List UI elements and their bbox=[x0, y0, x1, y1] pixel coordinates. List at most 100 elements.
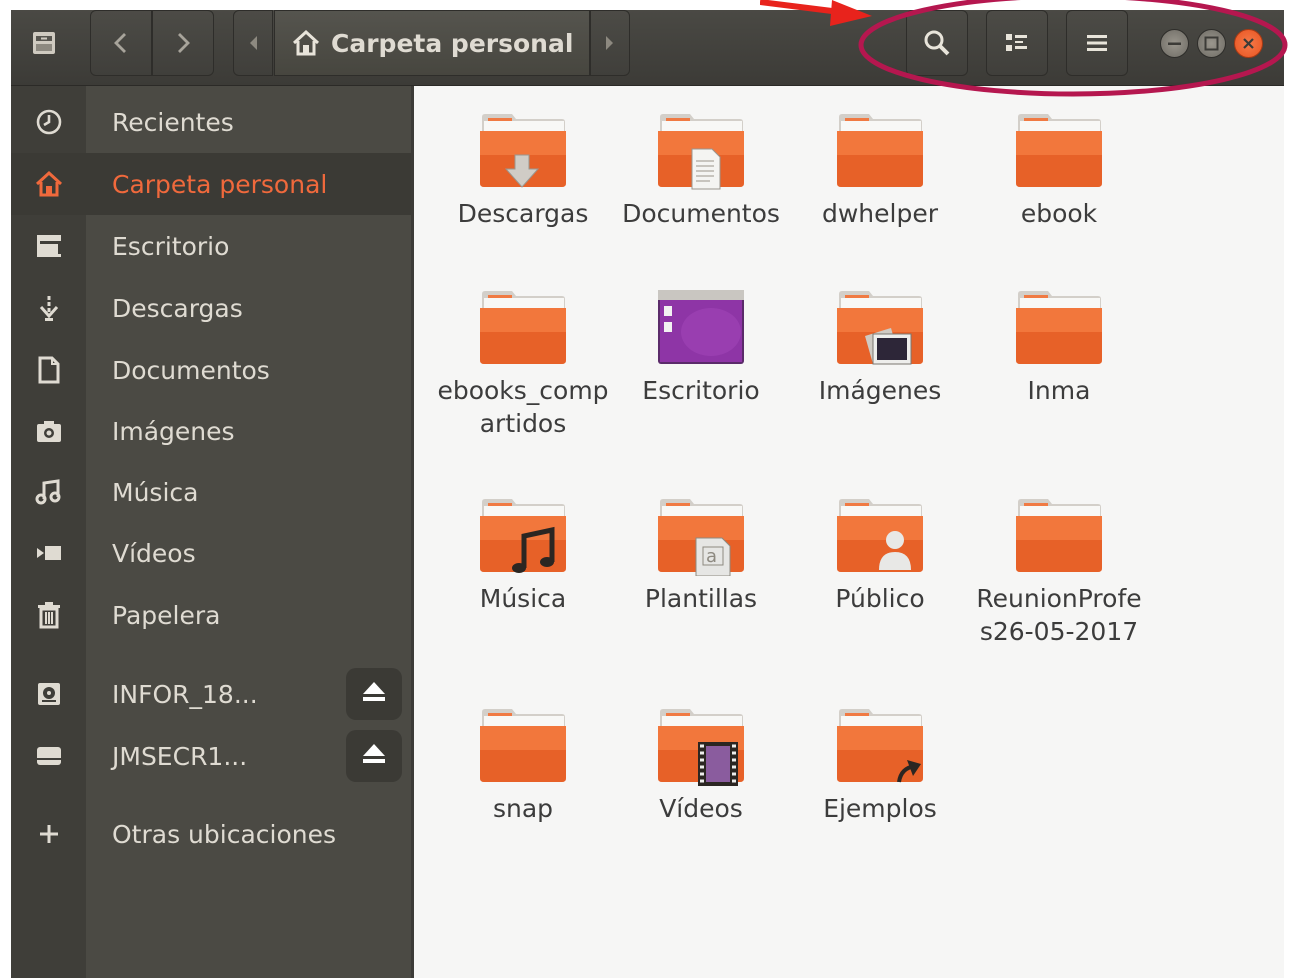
sidebar-item-papelera[interactable]: Papelera bbox=[11, 584, 411, 646]
folder-item[interactable]: Ejemplos bbox=[791, 706, 969, 825]
folder-label: Inma bbox=[1027, 376, 1091, 405]
folder-item[interactable]: Inma bbox=[970, 288, 1148, 407]
folder-item[interactable]: ebooks_compartidos bbox=[434, 288, 612, 440]
app-menu-button[interactable] bbox=[21, 10, 66, 76]
folder-icon bbox=[434, 496, 612, 576]
folder-item[interactable]: ReunionProfes26-05-2017 bbox=[970, 496, 1148, 648]
folder-item[interactable]: snap bbox=[434, 706, 612, 825]
breadcrumb-scroll-right[interactable] bbox=[590, 10, 630, 76]
breadcrumb-scroll-left[interactable] bbox=[233, 10, 273, 76]
search-button[interactable] bbox=[906, 10, 968, 76]
eject-button[interactable] bbox=[346, 730, 402, 782]
desktop-folder-icon bbox=[31, 228, 67, 264]
removable-drive-icon bbox=[31, 738, 67, 774]
triangle-right-icon bbox=[604, 34, 616, 52]
folder-grid: Descargas Documentos dwhelper ebook ebooks_c… bbox=[414, 86, 1284, 978]
download-icon bbox=[31, 290, 67, 326]
folder-item[interactable]: ebook bbox=[970, 111, 1148, 230]
folder-item[interactable]: Vídeos bbox=[612, 706, 790, 825]
sidebar-item-label: Documentos bbox=[112, 355, 270, 385]
sidebar-item-escritorio[interactable]: Escritorio bbox=[11, 215, 411, 277]
folder-icon bbox=[612, 288, 790, 368]
sidebar-item-label: Papelera bbox=[112, 600, 221, 630]
folder-item[interactable]: Música bbox=[434, 496, 612, 615]
folder-item[interactable]: a Plantillas bbox=[612, 496, 790, 615]
folder-icon bbox=[791, 706, 969, 786]
folder-item[interactable]: dwhelper bbox=[791, 111, 969, 230]
folder-item[interactable]: Documentos bbox=[612, 111, 790, 230]
file-cabinet-icon bbox=[31, 30, 57, 56]
folder-item[interactable]: Imágenes bbox=[791, 288, 969, 407]
sidebar-item-descargas[interactable]: Descargas bbox=[11, 277, 411, 339]
trash-icon bbox=[31, 597, 67, 633]
music-icon bbox=[31, 474, 67, 510]
breadcrumb-home[interactable]: Carpeta personal bbox=[274, 10, 590, 76]
folder-icon bbox=[970, 288, 1148, 368]
sidebar-item-label: Imágenes bbox=[112, 416, 235, 446]
sidebar-device-infor[interactable]: INFOR_18... bbox=[11, 663, 411, 725]
svg-text:a: a bbox=[706, 546, 717, 567]
sidebar-item-label: Vídeos bbox=[112, 538, 196, 568]
folder-icon bbox=[970, 496, 1148, 576]
folder-icon bbox=[970, 111, 1148, 191]
eject-icon bbox=[360, 741, 388, 771]
minimize-icon bbox=[1161, 42, 1188, 61]
maximize-icon bbox=[1198, 36, 1225, 61]
sidebar-item-imagenes[interactable]: Imágenes bbox=[11, 400, 411, 462]
sidebar-item-label: JMSECR1... bbox=[112, 741, 248, 771]
plus-icon bbox=[31, 816, 67, 852]
folder-icon bbox=[791, 496, 969, 576]
eject-button[interactable] bbox=[346, 668, 402, 720]
sidebar-item-recientes[interactable]: Recientes bbox=[11, 91, 411, 153]
list-view-icon bbox=[1003, 31, 1031, 55]
folder-label: ebooks_compartidos bbox=[437, 376, 609, 438]
header-bar: Carpeta personal bbox=[11, 10, 1284, 86]
folder-label: ebook bbox=[1020, 199, 1098, 228]
folder-item[interactable]: Descargas bbox=[434, 111, 612, 230]
folder-label: Público bbox=[835, 584, 925, 613]
sidebar-item-carpeta-personal[interactable]: Carpeta personal bbox=[11, 153, 411, 215]
clock-icon bbox=[31, 104, 67, 140]
minimize-button[interactable] bbox=[1160, 29, 1189, 58]
eject-icon bbox=[360, 679, 388, 709]
folder-label: ReunionProfes26-05-2017 bbox=[976, 584, 1142, 646]
sidebar-item-documentos[interactable]: Documentos bbox=[11, 339, 411, 401]
folder-label: Ejemplos bbox=[823, 794, 937, 823]
sidebar: Recientes Carpeta personal Escritorio De… bbox=[11, 86, 411, 978]
sidebar-item-label: Escritorio bbox=[112, 231, 230, 261]
folder-label: Música bbox=[479, 584, 567, 613]
maximize-button[interactable] bbox=[1197, 29, 1226, 58]
file-manager-window: Carpeta personal Recientes Carpeta perso… bbox=[11, 10, 1284, 978]
video-icon bbox=[31, 535, 67, 571]
document-icon bbox=[31, 352, 67, 388]
sidebar-item-label: Música bbox=[112, 477, 199, 507]
hamburger-menu-icon bbox=[1084, 31, 1110, 55]
folder-label: Vídeos bbox=[659, 794, 743, 823]
menu-button[interactable] bbox=[1066, 10, 1128, 76]
search-icon bbox=[922, 28, 952, 58]
sidebar-item-musica[interactable]: Música bbox=[11, 461, 411, 523]
sidebar-device-jmsecr[interactable]: JMSECR1... bbox=[11, 725, 411, 787]
sidebar-item-videos[interactable]: Vídeos bbox=[11, 522, 411, 584]
chevron-right-icon bbox=[173, 31, 193, 55]
sidebar-item-label: Otras ubicaciones bbox=[112, 819, 337, 849]
home-icon bbox=[31, 166, 67, 202]
drive-icon bbox=[31, 676, 67, 712]
folder-icon bbox=[791, 288, 969, 368]
view-toggle-button[interactable] bbox=[986, 10, 1048, 76]
folder-item[interactable]: Público bbox=[791, 496, 969, 615]
camera-icon bbox=[31, 413, 67, 449]
close-icon bbox=[1235, 38, 1262, 61]
folder-icon bbox=[434, 288, 612, 368]
folder-icon bbox=[612, 111, 790, 191]
triangle-left-icon bbox=[247, 34, 259, 52]
sidebar-other-locations[interactable]: Otras ubicaciones bbox=[11, 803, 411, 865]
forward-button[interactable] bbox=[152, 10, 214, 76]
folder-icon bbox=[434, 706, 612, 786]
folder-label: Documentos bbox=[622, 199, 780, 228]
back-button[interactable] bbox=[90, 10, 152, 76]
close-button[interactable] bbox=[1234, 29, 1263, 58]
sidebar-item-label: Carpeta personal bbox=[112, 169, 328, 199]
annotation-arrow bbox=[760, 0, 872, 26]
folder-item[interactable]: Escritorio bbox=[612, 288, 790, 407]
